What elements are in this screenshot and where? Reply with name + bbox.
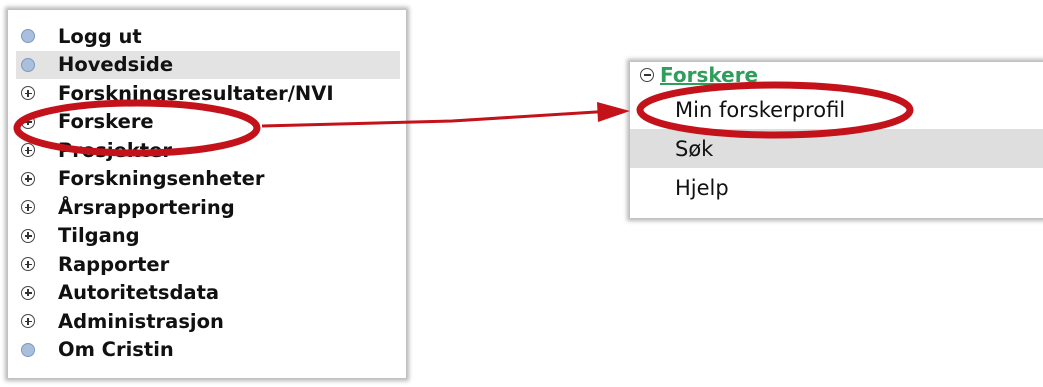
menu-item-label: Administrasjon	[58, 309, 224, 333]
menu-item-label: Prosjekter	[58, 138, 172, 162]
menu-item-autoritetsdata[interactable]: Autoritetsdata	[16, 279, 400, 308]
forskere-submenu-panel: Forskere Min forskerprofil Søk Hjelp	[630, 62, 1043, 218]
main-menu: Logg ut Hovedside Forskningsresultater/N…	[16, 22, 400, 364]
submenu-item-sok[interactable]: Søk	[630, 129, 1043, 168]
expand-plus-icon[interactable]	[21, 228, 35, 243]
dot-bullet-icon	[21, 29, 35, 44]
submenu-item-min-forskerprofil[interactable]: Min forskerprofil	[630, 90, 1043, 129]
menu-item-administrasjon[interactable]: Administrasjon	[16, 307, 400, 336]
expand-plus-icon[interactable]	[21, 314, 35, 329]
menu-item-label: Hovedside	[58, 53, 174, 77]
menu-item-forskere[interactable]: Forskere	[16, 108, 400, 137]
expand-plus-icon[interactable]	[21, 200, 35, 215]
submenu-items: Min forskerprofil Søk Hjelp	[630, 90, 1043, 207]
expand-plus-icon[interactable]	[21, 86, 35, 101]
submenu-item-label: Hjelp	[675, 175, 729, 200]
collapse-minus-icon[interactable]	[640, 68, 654, 82]
menu-item-arsrapportering[interactable]: Årsrapportering	[16, 193, 400, 222]
dot-bullet-icon	[21, 57, 35, 72]
menu-item-label: Autoritetsdata	[58, 281, 220, 305]
submenu-item-label: Søk	[675, 136, 714, 161]
menu-item-logg-ut[interactable]: Logg ut	[16, 22, 400, 51]
submenu-header-label: Forskere	[660, 63, 759, 87]
main-menu-panel: Logg ut Hovedside Forskningsresultater/N…	[8, 10, 406, 378]
menu-item-label: Forskningsresultater/NVI	[58, 81, 334, 105]
expand-plus-icon[interactable]	[21, 171, 35, 186]
menu-item-forskningsresultater[interactable]: Forskningsresultater/NVI	[16, 79, 400, 108]
expand-plus-icon[interactable]	[21, 143, 35, 158]
dot-bullet-icon	[21, 342, 35, 357]
menu-item-label: Årsrapportering	[58, 195, 235, 219]
menu-item-label: Rapporter	[58, 252, 170, 276]
menu-item-label: Forskere	[58, 110, 154, 134]
menu-item-forskningsenheter[interactable]: Forskningsenheter	[16, 165, 400, 194]
arrowhead-icon	[597, 102, 630, 122]
submenu-item-label: Min forskerprofil	[675, 97, 846, 122]
expand-plus-icon[interactable]	[21, 285, 35, 300]
submenu-header-forskere[interactable]: Forskere	[640, 62, 758, 88]
menu-item-label: Om Cristin	[58, 338, 174, 362]
menu-item-rapporter[interactable]: Rapporter	[16, 250, 400, 279]
menu-item-om-cristin[interactable]: Om Cristin	[16, 336, 400, 365]
menu-item-hovedside[interactable]: Hovedside	[16, 50, 400, 79]
submenu-item-hjelp[interactable]: Hjelp	[630, 168, 1043, 207]
menu-item-label: Tilgang	[58, 224, 140, 248]
expand-plus-icon[interactable]	[21, 257, 35, 272]
menu-item-tilgang[interactable]: Tilgang	[16, 222, 400, 251]
menu-item-label: Forskningsenheter	[58, 167, 265, 191]
menu-item-prosjekter[interactable]: Prosjekter	[16, 136, 400, 165]
menu-item-label: Logg ut	[58, 24, 142, 48]
expand-plus-icon[interactable]	[21, 114, 35, 129]
